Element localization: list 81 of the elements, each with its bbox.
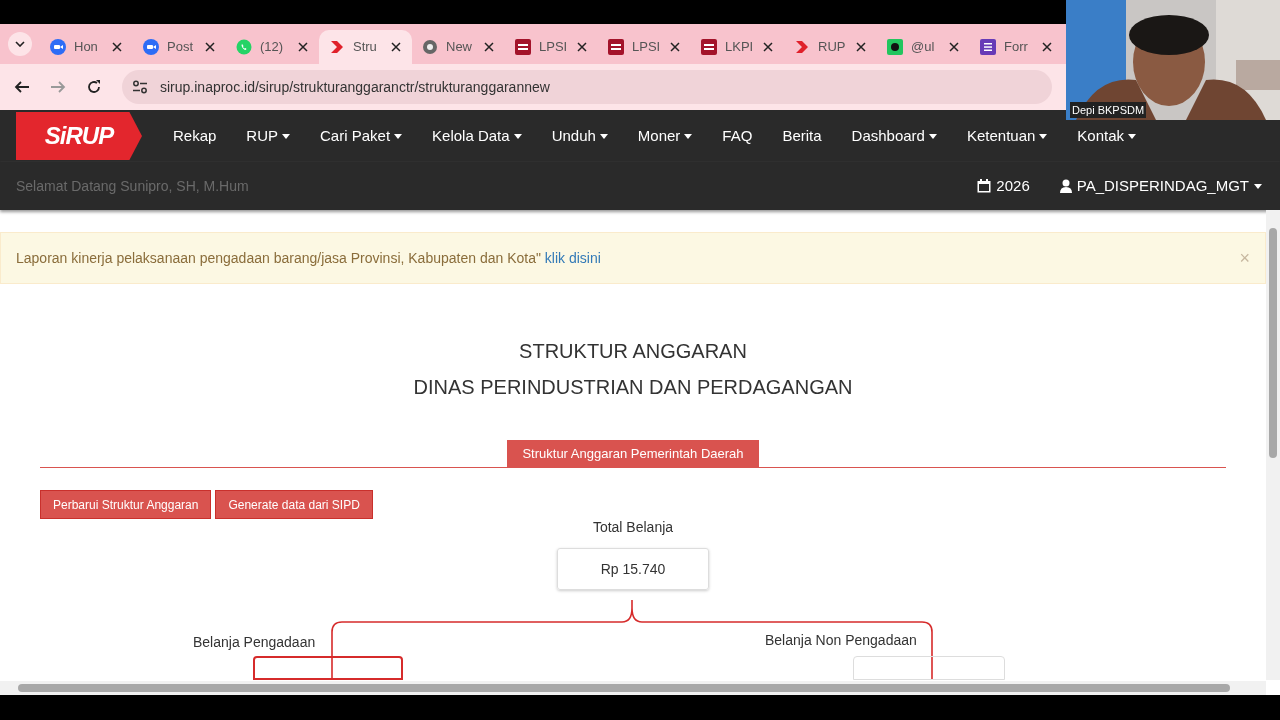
alert-text: Laporan kinerja pelaksanaan pengadaan barang/jasa Provinsi, Kabupaten dan Kota" klik disini (16, 248, 602, 268)
nav-menu-item[interactable]: Moner (622, 124, 708, 148)
section-tab[interactable]: Struktur Anggaran Pemerintah Daerah (507, 440, 759, 467)
nav-menu-item[interactable]: RUP (231, 124, 306, 148)
nav-menu-item[interactable]: FAQ (707, 124, 768, 148)
browser-tab[interactable]: New (412, 30, 505, 64)
nav-menu-item[interactable]: Cari Paket (305, 124, 418, 148)
horizontal-scrollbar[interactable] (0, 681, 1266, 695)
tab-title: RUP (818, 38, 847, 57)
browser-tab[interactable]: Forr (970, 30, 1063, 64)
browser-tab[interactable]: Post (133, 30, 226, 64)
globe-icon (422, 39, 438, 55)
close-icon[interactable] (1042, 42, 1052, 52)
total-card: Rp 15.740 (557, 548, 709, 590)
tab-title: LPSI (539, 38, 569, 57)
nav-menu-item[interactable]: Dashboard (836, 124, 952, 148)
year-selector[interactable]: 2026 (977, 174, 1030, 198)
branch-label: Belanja Pengadaan (193, 633, 316, 652)
address-bar[interactable]: sirup.inaproc.id/sirup/strukturanggaranctr/strukturanggarannew (122, 70, 1052, 104)
tab-title: (12) (260, 38, 285, 57)
chevron-logo-icon (329, 39, 345, 55)
browser-tab[interactable]: LPSI (505, 30, 598, 64)
alert-link[interactable]: klik disini (544, 249, 601, 266)
page-title: STRUKTUR ANGGARAN (519, 339, 747, 364)
nav-menu-item[interactable]: Unduh (536, 124, 623, 148)
close-icon[interactable] (112, 42, 122, 52)
nav-menu-item[interactable]: Rekap (158, 124, 232, 148)
reload-icon[interactable] (86, 79, 102, 95)
tab-title: New (446, 38, 473, 57)
square-logo-icon (701, 39, 717, 55)
browser-tab[interactable]: Stru (319, 30, 412, 64)
close-icon[interactable] (763, 42, 773, 52)
close-icon[interactable] (298, 42, 308, 52)
back-arrow-icon[interactable] (14, 79, 30, 95)
tab-title: Stru (353, 38, 378, 57)
square-logo-icon (515, 39, 531, 55)
user-menu[interactable]: PA_DISPERINDAG_MGT (1059, 174, 1262, 198)
browser-tab[interactable]: (12) (226, 30, 319, 64)
chevron-down-icon (15, 41, 25, 47)
close-icon[interactable] (949, 42, 959, 52)
branch-label: Belanja Non Pengadaan (765, 631, 917, 650)
close-icon[interactable] (856, 42, 866, 52)
nav-menu-item[interactable]: Ketentuan (951, 124, 1063, 148)
nav-menu-item[interactable]: Kelola Data (417, 124, 537, 148)
video-app-icon (143, 39, 159, 55)
nav-menu-item[interactable]: Berita (767, 124, 837, 148)
close-icon[interactable] (577, 42, 587, 52)
action-button[interactable]: Generate data dari SIPD (215, 490, 373, 519)
browser-tab[interactable]: LPSI (598, 30, 691, 64)
welcome-text: Selamat Datang Sunipro, SH, M.Hum (16, 176, 250, 196)
close-icon[interactable] (391, 42, 401, 52)
calendar-icon (977, 179, 992, 193)
tab-title: @ul (911, 38, 936, 57)
tab-title: LPSI (632, 38, 662, 57)
page-title: DINAS PERINDUSTRIAN DAN PERDAGANGAN (413, 375, 853, 400)
tab-title: Forr (1004, 38, 1029, 57)
nav-menu-item[interactable]: Kontak (1062, 124, 1152, 148)
close-icon[interactable] (484, 42, 494, 52)
site-settings-icon[interactable] (132, 80, 148, 94)
vertical-scrollbar[interactable] (1266, 210, 1280, 680)
total-label: Total Belanja (592, 518, 674, 537)
tab-title: Hon (74, 38, 99, 57)
tab-list-button[interactable] (8, 32, 32, 56)
browser-tab[interactable]: @ul (877, 30, 970, 64)
url-text: sirup.inaproc.id/sirup/strukturanggaranctr/strukturanggarannew (160, 77, 550, 97)
browser-tab[interactable]: RUP (784, 30, 877, 64)
action-button[interactable]: Perbarui Struktur Anggaran (40, 490, 212, 519)
square-logo-icon (608, 39, 624, 55)
user-icon (1059, 179, 1072, 193)
tab-title: LKPI (725, 38, 755, 57)
chevron-logo-icon (794, 39, 810, 55)
close-icon[interactable] (670, 42, 680, 52)
tab-title: Post (167, 38, 194, 57)
chat-icon (236, 39, 252, 55)
site-logo[interactable]: SiRUP (16, 112, 142, 160)
list-form-icon (980, 39, 996, 55)
browser-tab[interactable]: Hon (40, 30, 133, 64)
video-app-icon (50, 39, 66, 55)
browser-tab[interactable]: LKPI (691, 30, 784, 64)
close-icon[interactable] (205, 42, 215, 52)
caret-icon (1254, 183, 1262, 189)
